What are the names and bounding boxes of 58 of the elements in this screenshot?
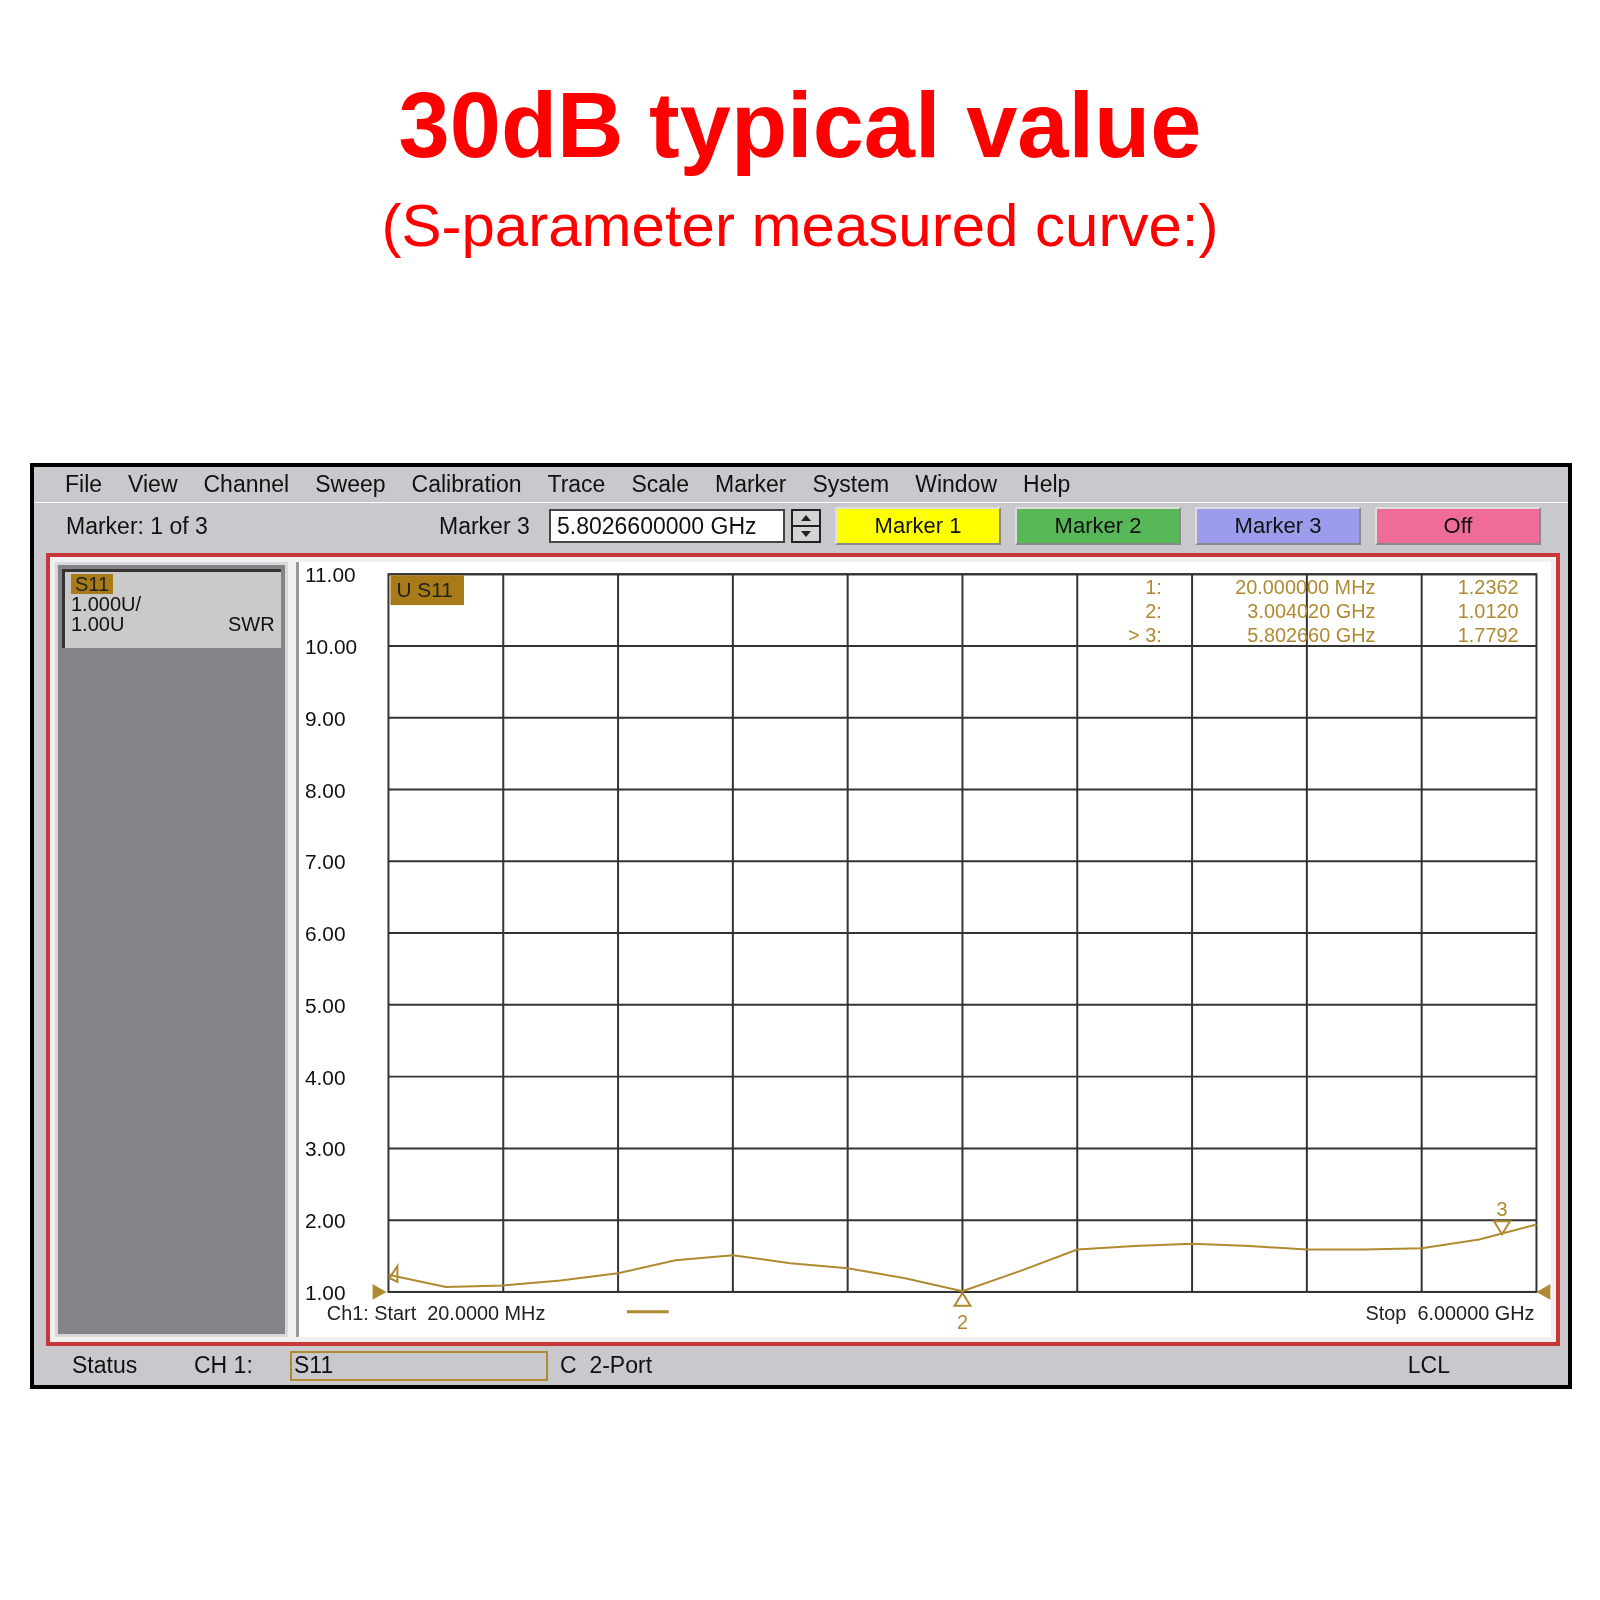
trace-badge: U S11 xyxy=(390,575,464,606)
stop-label: Stop 6.00000 GHz xyxy=(1365,1302,1535,1324)
scale-text: 1.000U/ xyxy=(71,594,143,615)
axis-label: 4.00 xyxy=(304,1065,346,1089)
start-label: Ch1: Start 20.0000 MHz xyxy=(326,1302,545,1324)
marker-tag: 2 xyxy=(956,1310,968,1333)
marker-triangle-icon xyxy=(1491,1220,1512,1237)
status-label: Status xyxy=(72,1352,139,1380)
menu-item[interactable]: Scale xyxy=(618,471,702,499)
marker-number: > 3: xyxy=(1127,624,1162,647)
axis-label: 9.00 xyxy=(304,707,346,730)
control-mode: LCL xyxy=(1407,1352,1450,1380)
reference-arrow-icon xyxy=(1536,1284,1550,1301)
axis-label: 2.00 xyxy=(304,1209,346,1233)
axis-label: 11.00 xyxy=(304,563,356,587)
menu-item[interactable]: Help xyxy=(1010,471,1084,499)
marker-triangle-icon xyxy=(952,1291,972,1308)
field-label: Marker 3 xyxy=(439,512,531,540)
menu-item[interactable]: File xyxy=(52,471,116,499)
marker-button[interactable]: Off xyxy=(1375,507,1541,546)
axis-label: 10.00 xyxy=(304,635,357,659)
reference-arrow-icon xyxy=(372,1284,387,1301)
reference-text: 1.00U xyxy=(71,614,125,635)
axis-label: 7.00 xyxy=(304,850,346,874)
spin-icon[interactable] xyxy=(791,509,821,544)
marker-value: 1.7792 xyxy=(1457,624,1519,647)
marker-button[interactable]: Marker 3 xyxy=(1195,507,1361,546)
frequency-field[interactable]: 5.8026600000 GHz xyxy=(549,509,785,544)
menu-item[interactable]: Marker xyxy=(701,471,800,499)
menu-item[interactable]: System xyxy=(799,471,903,499)
menu-item[interactable]: Trace xyxy=(534,471,619,499)
axis-label: 6.00 xyxy=(304,922,346,946)
axis-label: 8.00 xyxy=(304,778,346,802)
marker-button[interactable]: Marker 1 xyxy=(835,507,1001,546)
headline: 30dB typical value xyxy=(398,73,1202,178)
trace-legend-line xyxy=(626,1310,669,1314)
marker-number: 1: xyxy=(1144,576,1162,599)
marker-number: 2: xyxy=(1144,600,1162,623)
marker-status: Marker: 1 of 3 xyxy=(65,512,209,540)
marker-value: 1.2362 xyxy=(1457,576,1519,599)
marker-button[interactable]: Marker 2 xyxy=(1015,507,1181,546)
axis-label: 5.00 xyxy=(304,994,346,1018)
marker-tag: 3 xyxy=(1496,1198,1508,1221)
menu-item[interactable]: View xyxy=(115,471,191,499)
axis-label: 3.00 xyxy=(304,1137,346,1161)
channel-label: CH 1: xyxy=(194,1352,254,1380)
menu-item[interactable]: Sweep xyxy=(302,471,399,499)
trace-label: S11 xyxy=(71,574,114,595)
parameter-value: S11 xyxy=(294,1352,334,1380)
menu-item[interactable]: Window xyxy=(902,471,1011,499)
port-mode: C 2-Port xyxy=(560,1352,653,1380)
menu-item[interactable]: Calibration xyxy=(398,471,535,499)
subtitle: (S-parameter measured curve:) xyxy=(381,191,1219,261)
marker-value: 1.0120 xyxy=(1457,600,1519,623)
axis-label: 1.00 xyxy=(304,1281,346,1305)
format-text: SWR xyxy=(227,614,275,635)
menu-item[interactable]: Channel xyxy=(190,471,303,499)
marker-triangle-icon xyxy=(387,1263,399,1284)
